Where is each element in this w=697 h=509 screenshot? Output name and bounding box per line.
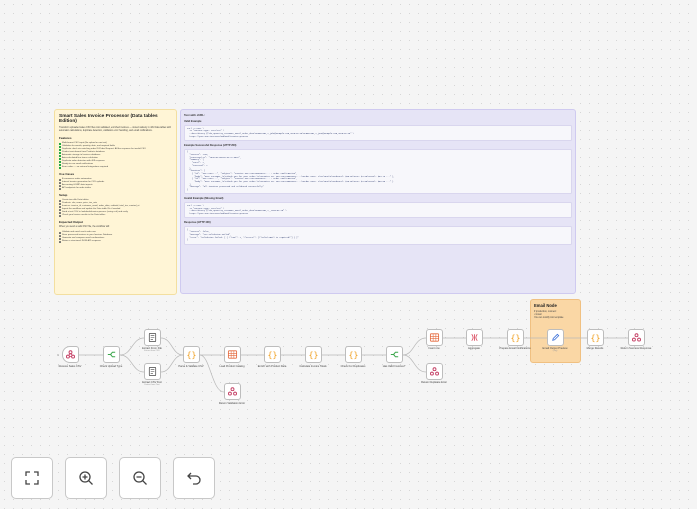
zoom-in-button[interactable] bbox=[65, 457, 107, 499]
node-label: Merge Results bbox=[586, 347, 604, 350]
node-prepare-email[interactable]: {} bbox=[507, 329, 524, 346]
node-label: Load Product Catalog bbox=[219, 365, 245, 368]
node-label: Has Valid Invoices? bbox=[382, 365, 406, 368]
node-label: Return Validation Error bbox=[218, 402, 246, 405]
webhook-icon bbox=[632, 333, 641, 342]
connections bbox=[57, 337, 628, 393]
node-label: Insert row bbox=[428, 347, 440, 350]
node-label: Extract CSV Text Extract from Text bbox=[132, 381, 172, 387]
webhook-icon bbox=[430, 367, 439, 376]
undo-button[interactable] bbox=[173, 457, 215, 499]
code-braces-icon: {} bbox=[268, 349, 278, 359]
fit-view-icon bbox=[25, 471, 39, 485]
node-check-upload-type[interactable] bbox=[103, 346, 120, 363]
node-label: Calculate Invoice Totals bbox=[299, 365, 327, 368]
node-return-validation-error[interactable] bbox=[224, 383, 241, 400]
zoom-in-icon bbox=[79, 471, 93, 485]
node-insert-row[interactable] bbox=[426, 329, 443, 346]
node-has-valid-invoices[interactable] bbox=[386, 346, 403, 363]
node-subtitle: (Tag) bbox=[552, 350, 558, 352]
node-email-output-preview[interactable] bbox=[547, 329, 564, 346]
node-label: Extract From File Extract from CSV bbox=[132, 347, 172, 353]
node-label: Return Success Response bbox=[620, 347, 652, 350]
webhook-icon bbox=[228, 387, 237, 396]
node-parse-validate-csv[interactable]: {} bbox=[183, 346, 200, 363]
node-load-product-catalog[interactable] bbox=[224, 346, 241, 363]
node-label: Enrich with Product Data bbox=[257, 365, 287, 368]
node-label: Aggregate bbox=[468, 347, 480, 350]
svg-text:{}: {} bbox=[511, 332, 521, 342]
node-subtitle: Extract from Text bbox=[144, 384, 160, 386]
node-label: Receive Sales CSV bbox=[58, 365, 82, 368]
pencil-icon bbox=[552, 333, 560, 341]
node-label: Parse & Validate CSV bbox=[178, 365, 204, 368]
node-calculate-invoice-totals[interactable]: {} bbox=[305, 346, 322, 363]
svg-text:{}: {} bbox=[309, 349, 319, 359]
node-check-duplicates[interactable]: {} bbox=[345, 346, 362, 363]
node-label: Check Upload Type bbox=[99, 365, 123, 368]
node-label: Return Duplicate Error bbox=[421, 381, 447, 384]
if-branch-icon bbox=[390, 351, 399, 358]
svg-text:{}: {} bbox=[349, 349, 359, 359]
zoom-out-icon bbox=[133, 471, 147, 485]
node-extract-csv-text[interactable] bbox=[144, 363, 161, 380]
node-extract-from-file[interactable] bbox=[144, 329, 161, 346]
code-braces-icon: {} bbox=[309, 349, 319, 359]
node-aggregate[interactable] bbox=[466, 329, 483, 346]
node-merge-results[interactable]: {} bbox=[587, 329, 604, 346]
node-subtitle: Extract from CSV bbox=[144, 350, 160, 352]
node-label: Prepare Email Notifications bbox=[499, 347, 531, 350]
node-enrich-product-data[interactable]: {} bbox=[264, 346, 281, 363]
if-branch-icon bbox=[107, 351, 116, 358]
webhook-icon bbox=[66, 350, 75, 359]
undo-icon bbox=[187, 472, 201, 485]
aggregate-icon bbox=[471, 334, 478, 341]
zoom-out-button[interactable] bbox=[119, 457, 161, 499]
node-return-duplicate-error[interactable] bbox=[426, 363, 443, 380]
svg-text:{}: {} bbox=[268, 349, 278, 359]
data-table-icon bbox=[429, 333, 440, 342]
code-braces-icon: {} bbox=[187, 349, 197, 359]
data-table-icon bbox=[227, 350, 238, 359]
code-braces-icon: {} bbox=[511, 332, 521, 342]
node-receive-sales-csv[interactable] bbox=[62, 346, 79, 363]
node-return-success[interactable] bbox=[628, 329, 645, 346]
svg-text:{}: {} bbox=[591, 332, 601, 342]
node-label: Check For Duplicates bbox=[340, 365, 366, 368]
code-braces-icon: {} bbox=[591, 332, 601, 342]
svg-text:{}: {} bbox=[187, 349, 197, 359]
file-extract-icon bbox=[148, 333, 157, 342]
fit-view-button[interactable] bbox=[11, 457, 53, 499]
node-label: Email Output Preview (Tag) bbox=[535, 347, 575, 353]
code-braces-icon: {} bbox=[349, 349, 359, 359]
file-extract-icon bbox=[148, 367, 157, 376]
